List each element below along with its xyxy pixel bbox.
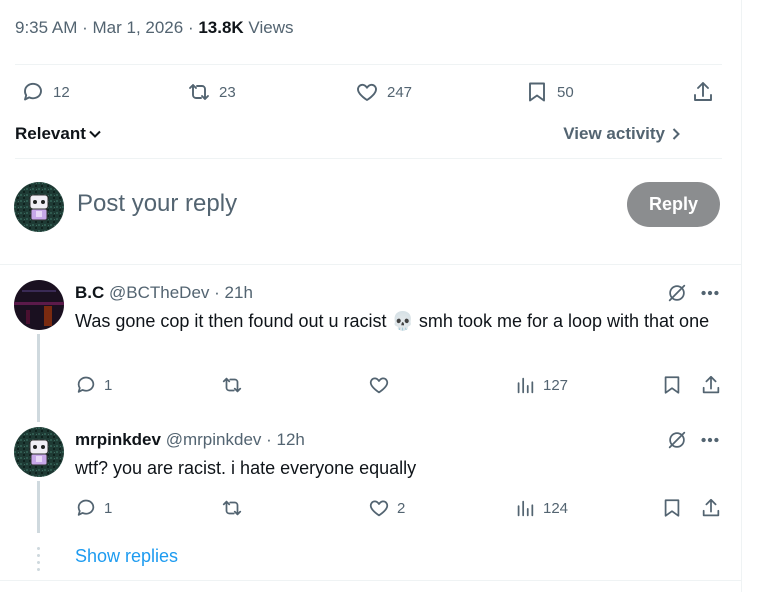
share-action[interactable] <box>700 374 722 396</box>
chevron-down-icon <box>89 130 101 138</box>
divider <box>0 580 742 581</box>
like-count: 247 <box>387 83 413 101</box>
display-name[interactable]: mrpinkdev <box>75 430 161 449</box>
repost-count: 23 <box>219 83 236 101</box>
share-icon <box>694 82 712 101</box>
reply-icon <box>24 82 42 101</box>
grok-button[interactable] <box>666 282 688 304</box>
share-action[interactable] <box>691 80 715 104</box>
grok-button[interactable] <box>666 429 688 451</box>
views-label: Views <box>243 18 294 37</box>
thread-line <box>37 334 40 422</box>
timestamp[interactable]: 12h <box>277 430 305 449</box>
analytics-icon <box>517 500 534 517</box>
avatar-image <box>14 280 64 330</box>
reply-count: 1 <box>104 376 113 394</box>
repost-icon <box>222 500 242 516</box>
grok-icon <box>668 284 686 302</box>
reply-input[interactable]: Post your reply <box>77 190 237 218</box>
divider <box>0 264 742 265</box>
handle[interactable]: @mrpinkdev <box>166 430 262 449</box>
more-icon <box>701 290 719 296</box>
avatar[interactable] <box>14 182 64 232</box>
repost-action[interactable] <box>221 374 250 396</box>
reply-action[interactable]: 1 <box>75 374 112 396</box>
bookmark-count: 50 <box>557 83 574 101</box>
views-action[interactable]: 124 <box>514 497 568 519</box>
thread-dots <box>37 545 40 571</box>
chevron-right-icon <box>672 128 680 140</box>
reply-header: B.C @BCTheDev · 21h <box>75 283 253 302</box>
post-detail-column: 9:35 AM · Mar 1, 2026 · 13.8K Views 12 2… <box>0 0 742 592</box>
reply-action[interactable]: 12 <box>21 80 70 104</box>
tweet-date[interactable]: Mar 1, 2026 <box>92 18 183 37</box>
avatar[interactable] <box>14 427 64 477</box>
reply-count: 1 <box>104 499 113 517</box>
repost-icon <box>222 377 242 393</box>
share-icon <box>702 498 720 517</box>
reply-text: wtf? you are racist. i hate everyone equ… <box>75 458 417 478</box>
reply-button[interactable]: Reply <box>627 182 720 227</box>
views-count: 13.8K <box>198 18 244 37</box>
heart-icon <box>369 500 389 517</box>
reply-header: mrpinkdev @mrpinkdev · 12h <box>75 430 305 449</box>
more-button[interactable] <box>699 429 721 451</box>
like-action[interactable] <box>368 374 397 396</box>
reply-count: 12 <box>53 83 70 101</box>
like-action[interactable]: 247 <box>355 80 412 104</box>
sort-dropdown[interactable]: Relevant <box>15 124 102 144</box>
tweet-time[interactable]: 9:35 AM <box>15 18 77 37</box>
avatar-image <box>14 427 64 477</box>
avatar-image <box>14 182 64 232</box>
tweet-action-bar: 12 23 247 50 <box>15 80 722 110</box>
bookmark-icon <box>664 376 680 394</box>
repost-action[interactable] <box>221 497 250 519</box>
reply-text: Was gone cop it then found out u racist … <box>75 311 710 331</box>
view-activity-label: View activity <box>563 124 665 143</box>
bookmark-icon <box>529 82 545 102</box>
view-count: 127 <box>543 376 569 394</box>
grok-icon <box>668 431 686 449</box>
bookmark-action[interactable] <box>661 497 683 519</box>
more-icon <box>701 437 719 443</box>
avatar[interactable] <box>14 280 64 330</box>
tweet-meta: 9:35 AM · Mar 1, 2026 · 13.8K Views <box>15 18 294 37</box>
like-count: 2 <box>397 499 406 517</box>
analytics-icon <box>517 377 534 394</box>
repost-icon <box>189 84 209 100</box>
sort-label: Relevant <box>15 124 86 143</box>
timestamp[interactable]: 21h <box>225 283 253 302</box>
more-button[interactable] <box>699 282 721 304</box>
views-action[interactable]: 127 <box>514 374 568 396</box>
divider <box>15 158 722 159</box>
bookmark-action[interactable]: 50 <box>525 80 574 104</box>
share-icon <box>702 375 720 394</box>
show-replies-link[interactable]: Show replies <box>75 546 178 567</box>
view-activity-link[interactable]: View activity <box>563 124 683 144</box>
bookmark-action[interactable] <box>661 374 683 396</box>
handle[interactable]: @BCTheDev <box>109 283 209 302</box>
reply-icon <box>77 376 95 393</box>
heart-icon <box>357 83 377 101</box>
like-action[interactable]: 2 <box>368 497 405 519</box>
heart-icon <box>369 377 389 394</box>
reply-icon <box>77 499 95 516</box>
share-action[interactable] <box>700 497 722 519</box>
display-name[interactable]: B.C <box>75 283 104 302</box>
repost-action[interactable]: 23 <box>187 80 236 104</box>
view-count: 124 <box>543 499 569 517</box>
divider <box>15 64 722 65</box>
thread-line <box>37 481 40 533</box>
bookmark-icon <box>664 499 680 517</box>
reply-action[interactable]: 1 <box>75 497 112 519</box>
